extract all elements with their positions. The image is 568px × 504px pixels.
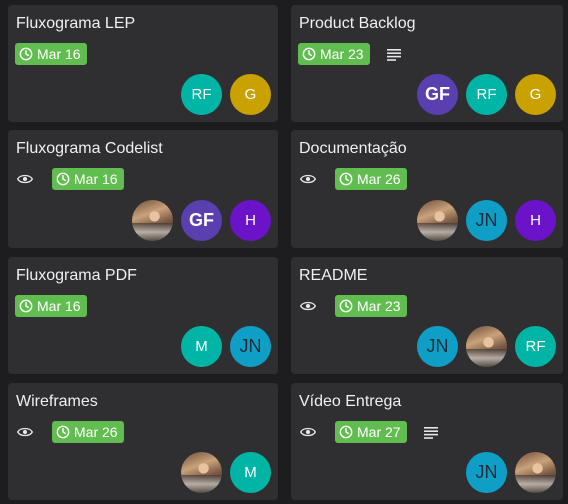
card-badges: Mar 16 [15,42,87,66]
card-title: Fluxograma Codelist [16,140,163,157]
due-date-badge[interactable]: Mar 27 [335,421,407,443]
due-date-text: Mar 16 [37,46,81,62]
due-date-badge[interactable]: Mar 23 [335,295,407,317]
due-date-text: Mar 16 [37,298,81,314]
card-members: JN H [417,200,556,241]
due-date-text: Mar 26 [74,424,118,440]
card-badges: Mar 16 [15,294,87,318]
avatar-photo[interactable] [515,452,556,493]
avatar-m[interactable]: M [230,452,271,493]
avatar-jn[interactable]: JN [417,326,458,367]
card-badges: Mar 23 [298,42,402,66]
card-title: README [299,267,368,284]
card-title: Wireframes [16,393,98,410]
card-title: Documentação [299,140,407,157]
avatar-jn[interactable]: JN [466,452,507,493]
avatar-jn[interactable]: JN [230,326,271,367]
description-icon [407,424,439,440]
card-members: JN [466,452,556,493]
clock-icon [56,172,74,186]
avatar-photo[interactable] [132,200,173,241]
clock-icon [339,425,357,439]
card-c5[interactable]: Fluxograma PDF Mar 16 M JN [8,257,278,374]
clock-icon [19,47,37,61]
card-members: M [181,452,271,493]
due-date-text: Mar 23 [357,298,401,314]
eye-icon [16,170,34,188]
avatar-photo[interactable] [466,326,507,367]
avatar-rf[interactable]: RF [181,74,222,115]
eye-icon [299,170,317,188]
card-members: RF G [181,74,271,115]
avatar-m[interactable]: M [181,326,222,367]
eye-icon [299,423,317,441]
card-members: GF RF G [417,74,556,115]
avatar-g[interactable]: G [515,74,556,115]
card-members: GF H [132,200,271,241]
due-date-text: Mar 27 [357,424,401,440]
clock-icon [56,425,74,439]
card-c6[interactable]: README Mar 23 JN RF [291,257,563,374]
card-members: M JN [181,326,271,367]
card-c4[interactable]: Documentação Mar 26 JN H [291,130,563,248]
card-members: JN RF [417,326,556,367]
card-badges: Mar 26 [15,420,124,444]
eye-icon [16,423,34,441]
due-date-text: Mar 26 [357,171,401,187]
card-c3[interactable]: Fluxograma Codelist Mar 16 GF H [8,130,278,248]
card-c7[interactable]: Wireframes Mar 26 M [8,383,278,500]
card-badges: Mar 16 [15,167,124,191]
due-date-badge[interactable]: Mar 16 [15,43,87,65]
due-date-badge[interactable]: Mar 16 [52,168,124,190]
avatar-photo[interactable] [181,452,222,493]
card-title: Vídeo Entrega [299,393,402,410]
avatar-jn[interactable]: JN [466,200,507,241]
card-title: Fluxograma PDF [16,267,137,284]
avatar-rf[interactable]: RF [515,326,556,367]
due-date-badge[interactable]: Mar 26 [335,168,407,190]
card-c2[interactable]: Product Backlog Mar 23 GF RF G [291,5,563,122]
description-icon [370,46,402,62]
avatar-h[interactable]: H [230,200,271,241]
avatar-photo[interactable] [417,200,458,241]
avatar-gf[interactable]: GF [417,74,458,115]
due-date-text: Mar 16 [74,171,118,187]
card-badges: Mar 23 [298,294,407,318]
card-title: Product Backlog [299,15,416,32]
avatar-gf[interactable]: GF [181,200,222,241]
clock-icon [339,299,357,313]
avatar-rf[interactable]: RF [466,74,507,115]
card-c8[interactable]: Vídeo Entrega Mar 27 JN [291,383,563,500]
card-badges: Mar 26 [298,167,407,191]
due-date-badge[interactable]: Mar 16 [15,295,87,317]
clock-icon [19,299,37,313]
card-badges: Mar 27 [298,420,439,444]
clock-icon [302,47,320,61]
due-date-text: Mar 23 [320,46,364,62]
card-c1[interactable]: Fluxograma LEP Mar 16 RF G [8,5,278,122]
due-date-badge[interactable]: Mar 26 [52,421,124,443]
due-date-badge[interactable]: Mar 23 [298,43,370,65]
eye-icon [299,297,317,315]
avatar-h[interactable]: H [515,200,556,241]
avatar-g[interactable]: G [230,74,271,115]
card-title: Fluxograma LEP [16,15,136,32]
clock-icon [339,172,357,186]
